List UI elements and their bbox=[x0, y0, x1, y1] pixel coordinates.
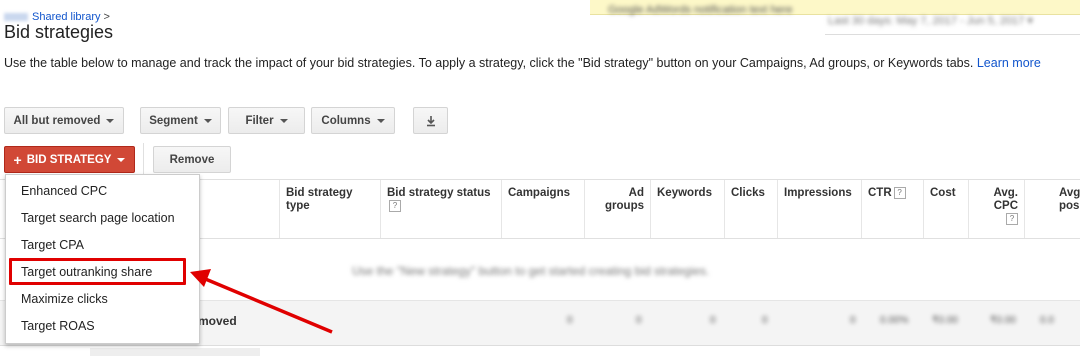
columns-dropdown[interactable]: Columns bbox=[311, 107, 395, 134]
table-footer bbox=[90, 348, 260, 356]
menu-item-enhanced-cpc[interactable]: Enhanced CPC bbox=[6, 178, 199, 205]
col-ad-groups[interactable]: Ad groups bbox=[584, 180, 650, 238]
chevron-down-icon bbox=[106, 118, 115, 123]
help-icon[interactable]: ? bbox=[893, 187, 906, 199]
col-keywords[interactable]: Keywords bbox=[650, 180, 724, 238]
notification-bar: Google AdWords notification text here bbox=[590, 0, 1080, 16]
col-clicks[interactable]: Clicks bbox=[724, 180, 777, 238]
col-bid-strategy-type[interactable]: Bid strategy type bbox=[279, 180, 380, 238]
help-icon[interactable]: ? bbox=[389, 200, 401, 212]
menu-item-target-cpa[interactable]: Target CPA bbox=[6, 232, 199, 259]
page-title: Bid strategies bbox=[4, 22, 114, 42]
description-text: Use the table below to manage and track … bbox=[4, 56, 974, 70]
status-filter-label: All but removed bbox=[13, 114, 101, 127]
total-value: ₹0.00 bbox=[990, 315, 1016, 326]
remove-label: Remove bbox=[169, 153, 215, 166]
col-avg-position[interactable]: Avg. position bbox=[1024, 180, 1080, 238]
menu-item-maximize-clicks[interactable]: Maximize clicks bbox=[6, 286, 199, 313]
filter-dropdown[interactable]: Filter bbox=[228, 107, 305, 134]
remove-button[interactable]: Remove bbox=[153, 146, 231, 173]
download-button[interactable] bbox=[413, 107, 448, 134]
annotation-highlight-box bbox=[9, 258, 186, 285]
col-avg-cpc[interactable]: Avg. CPC? bbox=[968, 180, 1024, 238]
col-label: CTR bbox=[868, 187, 892, 200]
total-row-label: moved bbox=[198, 314, 237, 328]
col-campaigns[interactable]: Campaigns bbox=[501, 180, 584, 238]
col-label: Cost bbox=[930, 187, 956, 199]
columns-label: Columns bbox=[321, 114, 371, 127]
col-cost[interactable]: Cost bbox=[923, 180, 968, 238]
col-label: Impressions bbox=[784, 187, 852, 199]
bid-strategy-label: BID STRATEGY bbox=[26, 153, 112, 166]
filter-label: Filter bbox=[245, 114, 274, 127]
help-icon[interactable]: ? bbox=[1006, 213, 1018, 225]
total-value: 0 bbox=[762, 315, 768, 326]
col-label: Bid strategy status bbox=[387, 187, 491, 199]
total-value: 0 bbox=[710, 315, 716, 326]
download-icon bbox=[426, 115, 435, 126]
chevron-down-icon bbox=[117, 157, 126, 162]
date-range[interactable]: Last 30 days: May 7, 2017 - Jun 5, 2017 … bbox=[828, 14, 1033, 27]
chevron-down-icon bbox=[203, 118, 212, 123]
total-value: 0 bbox=[850, 315, 856, 326]
col-ctr[interactable]: CTR? bbox=[861, 180, 923, 238]
col-label: Keywords bbox=[657, 187, 712, 199]
segment-dropdown[interactable]: Segment bbox=[140, 107, 221, 134]
page-description: Use the table below to manage and track … bbox=[4, 56, 1076, 71]
plus-icon: + bbox=[13, 151, 22, 168]
divider bbox=[825, 34, 1080, 35]
breadcrumb-account[interactable] bbox=[4, 13, 28, 22]
status-filter-dropdown[interactable]: All but removed bbox=[4, 107, 124, 134]
col-label: Bid strategy type bbox=[286, 187, 353, 212]
total-value: 0 bbox=[567, 315, 573, 326]
col-label: Avg. position bbox=[1059, 187, 1080, 212]
col-impressions[interactable]: Impressions bbox=[777, 180, 861, 238]
bid-strategy-button[interactable]: + BID STRATEGY bbox=[4, 146, 135, 173]
col-label: Avg. CPC bbox=[993, 187, 1019, 212]
col-label: Ad groups bbox=[605, 187, 644, 212]
total-value: ₹0.00 bbox=[932, 315, 958, 326]
toolbar-divider bbox=[143, 143, 144, 175]
col-label: Campaigns bbox=[508, 187, 570, 199]
total-value: 0.0 bbox=[1040, 315, 1054, 326]
menu-item-target-roas[interactable]: Target ROAS bbox=[6, 313, 199, 340]
col-bid-strategy-status[interactable]: Bid strategy status? bbox=[380, 180, 501, 238]
learn-more-link[interactable]: Learn more bbox=[977, 56, 1041, 70]
col-label: Clicks bbox=[731, 187, 765, 199]
total-value: 0.00% bbox=[880, 315, 909, 326]
menu-item-target-search-page-location[interactable]: Target search page location bbox=[6, 205, 199, 232]
chevron-down-icon bbox=[279, 118, 288, 123]
total-value: 0 bbox=[636, 315, 642, 326]
segment-label: Segment bbox=[149, 114, 198, 127]
empty-table-message: Use the "New strategy" button to get sta… bbox=[352, 264, 710, 278]
chevron-down-icon bbox=[376, 118, 385, 123]
